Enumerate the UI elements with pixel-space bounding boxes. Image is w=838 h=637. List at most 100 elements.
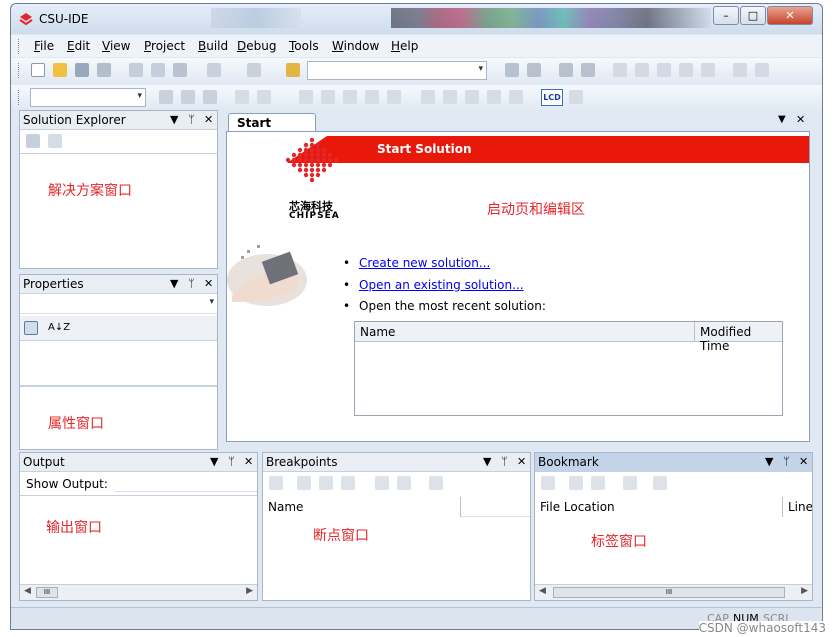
menu-project[interactable]: Project	[144, 39, 185, 53]
panel-menu-icon[interactable]: ▼	[483, 455, 491, 468]
column-modified-time[interactable]: Modified Time	[695, 322, 782, 353]
lcd-button[interactable]: LCD	[541, 89, 563, 106]
bookmark-prev-icon[interactable]	[635, 63, 649, 77]
close-icon[interactable]: ✕	[204, 113, 213, 126]
bookmark-find-icon[interactable]	[653, 476, 667, 490]
close-button[interactable]: ✕	[767, 6, 813, 25]
run-to-cursor-icon[interactable]	[487, 90, 501, 104]
pin-icon[interactable]: ᛘ	[501, 455, 508, 468]
create-solution-link[interactable]: Create new solution...	[359, 256, 490, 270]
pin-icon[interactable]: ᛘ	[188, 277, 195, 290]
bookmark-flag-icon[interactable]	[733, 63, 747, 77]
rebuild-icon[interactable]	[181, 90, 195, 104]
panel-menu-icon[interactable]: ▼	[210, 455, 218, 468]
menu-view[interactable]: View	[102, 39, 130, 53]
bookmark-clear-icon[interactable]	[623, 476, 637, 490]
scroll-thumb[interactable]: III	[36, 587, 58, 598]
menu-help[interactable]: Help	[391, 39, 418, 53]
menu-debug[interactable]: Debug	[237, 39, 276, 53]
pin-icon[interactable]: ᛘ	[188, 113, 195, 126]
cut-icon[interactable]	[129, 63, 143, 77]
save-all-icon[interactable]	[97, 63, 111, 77]
delete-all-breakpoints-icon[interactable]	[319, 476, 333, 490]
alphabetical-sort-icon[interactable]: A↓Z	[48, 322, 70, 333]
save-icon[interactable]	[75, 63, 89, 77]
stop-icon[interactable]	[365, 90, 379, 104]
show-output-select[interactable]	[115, 473, 257, 492]
new-breakpoint-icon[interactable]	[269, 476, 283, 490]
panel-menu-icon[interactable]: ▼	[170, 113, 178, 126]
step-out-icon[interactable]	[465, 90, 479, 104]
output-hscrollbar[interactable]: ◀ III ▶	[20, 584, 257, 600]
scroll-right-icon[interactable]: ▶	[246, 586, 253, 596]
open-solution-link[interactable]: Open an existing solution...	[359, 278, 524, 292]
disable-breakpoints-icon[interactable]	[341, 476, 355, 490]
bookmark-search-icon[interactable]	[755, 63, 769, 77]
segment-display-icon[interactable]	[569, 90, 583, 104]
indent-icon[interactable]	[505, 63, 519, 77]
properties-object-select[interactable]: ▾	[20, 295, 217, 314]
clean-icon[interactable]	[203, 90, 217, 104]
column-line[interactable]: Line	[783, 497, 812, 517]
breakpoint-columns-icon[interactable]	[429, 476, 443, 490]
watch-icon[interactable]	[257, 90, 271, 104]
open-folder-icon[interactable]	[53, 63, 67, 77]
panel-menu-icon[interactable]: ▼	[765, 455, 773, 468]
tab-close-icon[interactable]: ✕	[796, 113, 805, 126]
menu-edit[interactable]: Edit	[67, 39, 90, 53]
goto-disassembly-icon[interactable]	[397, 476, 411, 490]
configuration-combo[interactable]: ▾	[30, 88, 146, 107]
find-in-files-icon[interactable]	[286, 63, 300, 77]
paste-icon[interactable]	[173, 63, 187, 77]
build-icon[interactable]	[159, 90, 173, 104]
bookmark-toggle-icon[interactable]	[541, 476, 555, 490]
close-icon[interactable]: ✕	[244, 455, 253, 468]
categorized-icon[interactable]	[24, 321, 38, 335]
close-icon[interactable]: ✕	[799, 455, 808, 468]
close-icon[interactable]: ✕	[204, 277, 213, 290]
step-into-icon[interactable]	[421, 90, 435, 104]
menu-tools[interactable]: Tools	[289, 39, 319, 53]
debug-step-icon[interactable]	[509, 90, 523, 104]
menu-window[interactable]: Window	[332, 39, 379, 53]
uncomment-icon[interactable]	[581, 63, 595, 77]
bookmark-clear-icon[interactable]	[679, 63, 693, 77]
scroll-left-icon[interactable]: ◀	[539, 586, 546, 596]
restart-icon[interactable]	[387, 90, 401, 104]
pin-icon[interactable]: ᛘ	[783, 455, 790, 468]
tab-list-icon[interactable]: ▼	[778, 114, 786, 125]
new-file-icon[interactable]	[31, 63, 45, 77]
hand-icon[interactable]	[235, 90, 249, 104]
column-file-location[interactable]: File Location	[535, 497, 783, 517]
menu-file[interactable]: File	[34, 39, 54, 53]
find-combo[interactable]: ▾	[307, 61, 487, 80]
outdent-icon[interactable]	[527, 63, 541, 77]
step-run-icon[interactable]	[321, 90, 335, 104]
copy-icon[interactable]	[151, 63, 165, 77]
scroll-left-icon[interactable]: ◀	[24, 586, 31, 596]
panel-menu-icon[interactable]: ▼	[170, 277, 178, 290]
bookmark-hscrollbar[interactable]: ◀ III ▶	[535, 584, 812, 600]
properties-icon[interactable]	[26, 134, 40, 148]
tab-start-page[interactable]: Start Page	[228, 113, 316, 144]
add-file-icon[interactable]	[48, 134, 62, 148]
delete-breakpoint-icon[interactable]	[297, 476, 311, 490]
maximize-button[interactable]: □	[740, 6, 766, 25]
bookmark-next-icon[interactable]	[591, 476, 605, 490]
redo-icon[interactable]	[247, 63, 261, 77]
menu-build[interactable]: Build	[198, 39, 228, 53]
scroll-right-icon[interactable]: ▶	[801, 586, 808, 596]
comment-icon[interactable]	[559, 63, 573, 77]
pin-icon[interactable]: ᛘ	[228, 455, 235, 468]
bookmark-list-icon[interactable]	[701, 63, 715, 77]
close-icon[interactable]: ✕	[517, 455, 526, 468]
run-icon[interactable]	[299, 90, 313, 104]
bookmark-toggle-icon[interactable]	[613, 63, 627, 77]
pause-icon[interactable]	[343, 90, 357, 104]
column-name[interactable]: Name	[263, 497, 461, 517]
bookmark-prev-icon[interactable]	[569, 476, 583, 490]
undo-icon[interactable]	[207, 63, 221, 77]
scroll-thumb[interactable]: III	[553, 587, 785, 598]
step-over-icon[interactable]	[443, 90, 457, 104]
bookmark-next-icon[interactable]	[657, 63, 671, 77]
